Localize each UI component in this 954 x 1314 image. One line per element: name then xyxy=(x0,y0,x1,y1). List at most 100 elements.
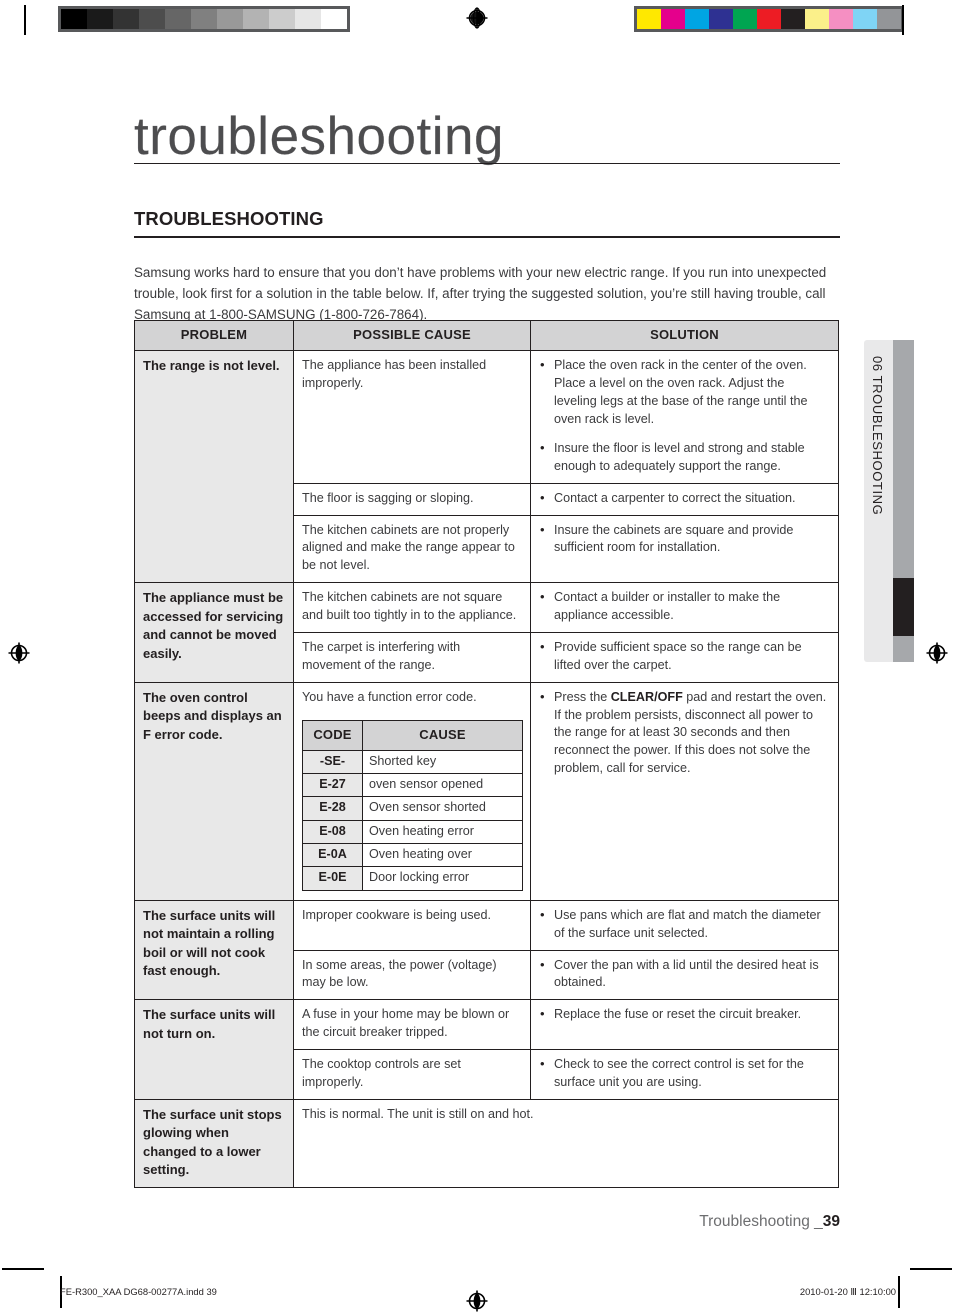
error-cause-value: Oven heating error xyxy=(362,819,523,845)
cause-text: The floor is sagging or sloping. xyxy=(302,490,474,505)
problem-cell: The appliance must be accessed for servi… xyxy=(134,582,294,683)
error-code-value: E-0E xyxy=(302,866,363,891)
cause-text: The appliance has been installed imprope… xyxy=(302,358,487,391)
solution-cell: Contact a builder or installer to make t… xyxy=(530,582,839,633)
error-code-table: CODE CAUSE -SE- Shorted key E-27 oven sensor … xyxy=(302,719,523,891)
solution-bullet-list: Insure the cabinets are square and provi… xyxy=(539,521,830,558)
column-header-problem: PROBLEM xyxy=(134,319,294,352)
solution-cell: Use pans which are flat and match the di… xyxy=(530,899,839,951)
cause-cell: The appliance has been installed imprope… xyxy=(293,350,531,484)
error-code-row: E-0A Oven heating over xyxy=(302,843,523,868)
solution-cell: Cover the pan with a lid until the desir… xyxy=(530,949,839,1001)
solution-bullet: Insure the cabinets are square and provi… xyxy=(539,521,830,558)
error-code-row: E-27 oven sensor opened xyxy=(302,772,523,798)
solution-bullet-list: Check to see the correct control is set … xyxy=(539,1055,830,1092)
title-divider xyxy=(134,163,840,164)
error-code-value: E-0A xyxy=(302,843,363,868)
solution-bullet-list: Contact a builder or installer to make t… xyxy=(539,588,830,625)
solution-cell: Press the CLEAR/OFF pad and restart the … xyxy=(530,681,839,901)
solution-bullet: Place the oven rack in the center of the… xyxy=(539,356,830,429)
cause-cell: The floor is sagging or sloping. xyxy=(293,482,531,516)
cause-cell: A fuse in your home may be blown or the … xyxy=(293,999,531,1051)
footer-page-number: 39 xyxy=(822,1213,840,1230)
cause-text: In some areas, the power (voltage) may b… xyxy=(302,957,497,990)
solution-bullet: Press the CLEAR/OFF pad and restart the … xyxy=(539,688,830,778)
side-tab-label: 06 TROUBLESHOOTING xyxy=(870,356,885,516)
solution-cell: Replace the fuse or reset the circuit br… xyxy=(530,999,839,1051)
note-cell: This is normal. The unit is still on and… xyxy=(293,1098,839,1188)
cause-text: The kitchen cabinets are not square and … xyxy=(302,590,517,623)
solution-bullet: Provide sufficient space so the range ca… xyxy=(539,638,830,675)
intro-paragraph: Samsung works hard to ensure that you do… xyxy=(134,265,827,322)
column-header-cause: POSSIBLE CAUSE xyxy=(293,319,531,352)
error-code-value: E-08 xyxy=(302,819,363,845)
error-cause-value: Oven heating over xyxy=(362,843,523,868)
error-code-column-header: CODE xyxy=(302,719,363,751)
problem-cell: The oven control beeps and displays an F… xyxy=(134,681,294,901)
cause-text: The kitchen cabinets are not properly al… xyxy=(302,522,515,573)
solution-bullet: Contact a builder or installer to make t… xyxy=(539,588,830,625)
solution-cell: Insure the cabinets are square and provi… xyxy=(530,514,839,584)
cause-cell: The carpet is interfering with movement … xyxy=(293,631,531,683)
cause-cell: Improper cookware is being used. xyxy=(293,899,531,951)
cause-text: You have a function error code. xyxy=(302,689,477,704)
table-row: The surface units will not maintain a ro… xyxy=(134,899,839,1001)
solution-bullet-list: Place the oven rack in the center of the… xyxy=(539,356,830,476)
error-cause-column-header: CAUSE xyxy=(362,719,523,751)
error-code-header-row: CODE CAUSE xyxy=(302,719,523,751)
cause-cell: The kitchen cabinets are not square and … xyxy=(293,582,531,633)
table-row: The surface units will not turn on. A fus… xyxy=(134,999,839,1100)
error-cause-value: Oven sensor shorted xyxy=(362,796,523,821)
solution-cell: Provide sufficient space so the range ca… xyxy=(530,631,839,683)
problem-cell: The surface units will not maintain a ro… xyxy=(134,899,294,1001)
error-code-value: -SE- xyxy=(302,749,363,774)
error-code-row: E-28 Oven sensor shorted xyxy=(302,796,523,821)
cause-text: The cooktop controls are set improperly. xyxy=(302,1057,461,1089)
troubleshooting-table: PROBLEM POSSIBLE CAUSE SOLUTION The rang… xyxy=(134,319,839,1188)
solution-bullet: Check to see the correct control is set … xyxy=(539,1055,830,1092)
solution-bullet-list: Press the CLEAR/OFF pad and restart the … xyxy=(539,688,830,778)
cause-cell: In some areas, the power (voltage) may b… xyxy=(293,949,531,1001)
page-content: troubleshooting TROUBLESHOOTING Samsung … xyxy=(0,0,954,1311)
cause-cell: The cooktop controls are set improperly. xyxy=(293,1049,531,1100)
problem-cell: The range is not level. xyxy=(134,350,294,584)
cause-cell: The kitchen cabinets are not properly al… xyxy=(293,514,531,584)
error-cause-value: Door locking error xyxy=(362,866,523,891)
solution-bullet-list: Replace the fuse or reset the circuit br… xyxy=(539,1005,830,1024)
cause-text: The carpet is interfering with movement … xyxy=(302,639,461,672)
solution-bullet-list: Use pans which are flat and match the di… xyxy=(539,906,830,943)
solution-bullet: Use pans which are flat and match the di… xyxy=(539,906,830,943)
error-cause-value: oven sensor opened xyxy=(362,772,523,798)
page-footer: Troubleshooting _39 xyxy=(540,1213,840,1231)
solution-bullet: Insure the floor is level and strong and… xyxy=(539,439,830,476)
solution-bullet-list: Cover the pan with a lid until the desir… xyxy=(539,956,830,993)
solution-bullet: Replace the fuse or reset the circuit br… xyxy=(539,1005,830,1024)
error-code-row: -SE- Shorted key xyxy=(302,749,523,774)
emphasised-control-name: CLEAR/OFF xyxy=(610,689,683,704)
print-timestamp: 2010-01-20 Ⅲ 12:10:00 xyxy=(799,1286,896,1297)
column-header-solution: SOLUTION xyxy=(530,319,839,352)
table-row: The oven control beeps and displays an F… xyxy=(134,681,839,901)
problem-cell: The surface unit stops glowing when chan… xyxy=(134,1098,294,1188)
solution-bullet: Contact a carpenter to correct the situa… xyxy=(539,489,830,508)
solution-cell: Place the oven rack in the center of the… xyxy=(530,350,839,484)
problem-cell: The surface units will not turn on. xyxy=(134,999,294,1100)
error-code-row: E-0E Door locking error xyxy=(302,866,523,891)
cause-text: Improper cookware is being used. xyxy=(302,907,492,922)
side-tab-label-wrap: 06 TROUBLESHOOTING xyxy=(864,340,893,662)
section-divider xyxy=(134,236,840,238)
solution-bullet-list: Contact a carpenter to correct the situa… xyxy=(539,489,830,508)
cause-cell: You have a function error code. CODE CAUSE… xyxy=(293,681,531,901)
section-heading: TROUBLESHOOTING xyxy=(134,208,324,229)
table-row: The appliance must be accessed for servi… xyxy=(134,582,839,683)
error-code-value: E-28 xyxy=(302,796,363,821)
print-filename: FE-R300_XAA DG68-00277A.indd 39 xyxy=(60,1286,217,1297)
chapter-side-tab: 06 TROUBLESHOOTING xyxy=(864,340,914,662)
error-code-value: E-27 xyxy=(302,772,363,798)
side-tab-chapter-marker xyxy=(893,578,914,636)
solution-bullet: Cover the pan with a lid until the desir… xyxy=(539,956,830,993)
footer-section-label: Troubleshooting _ xyxy=(699,1213,823,1230)
error-code-row: E-08 Oven heating error xyxy=(302,819,523,845)
page-title: troubleshooting xyxy=(134,107,504,166)
solution-cell: Contact a carpenter to correct the situa… xyxy=(530,482,839,516)
